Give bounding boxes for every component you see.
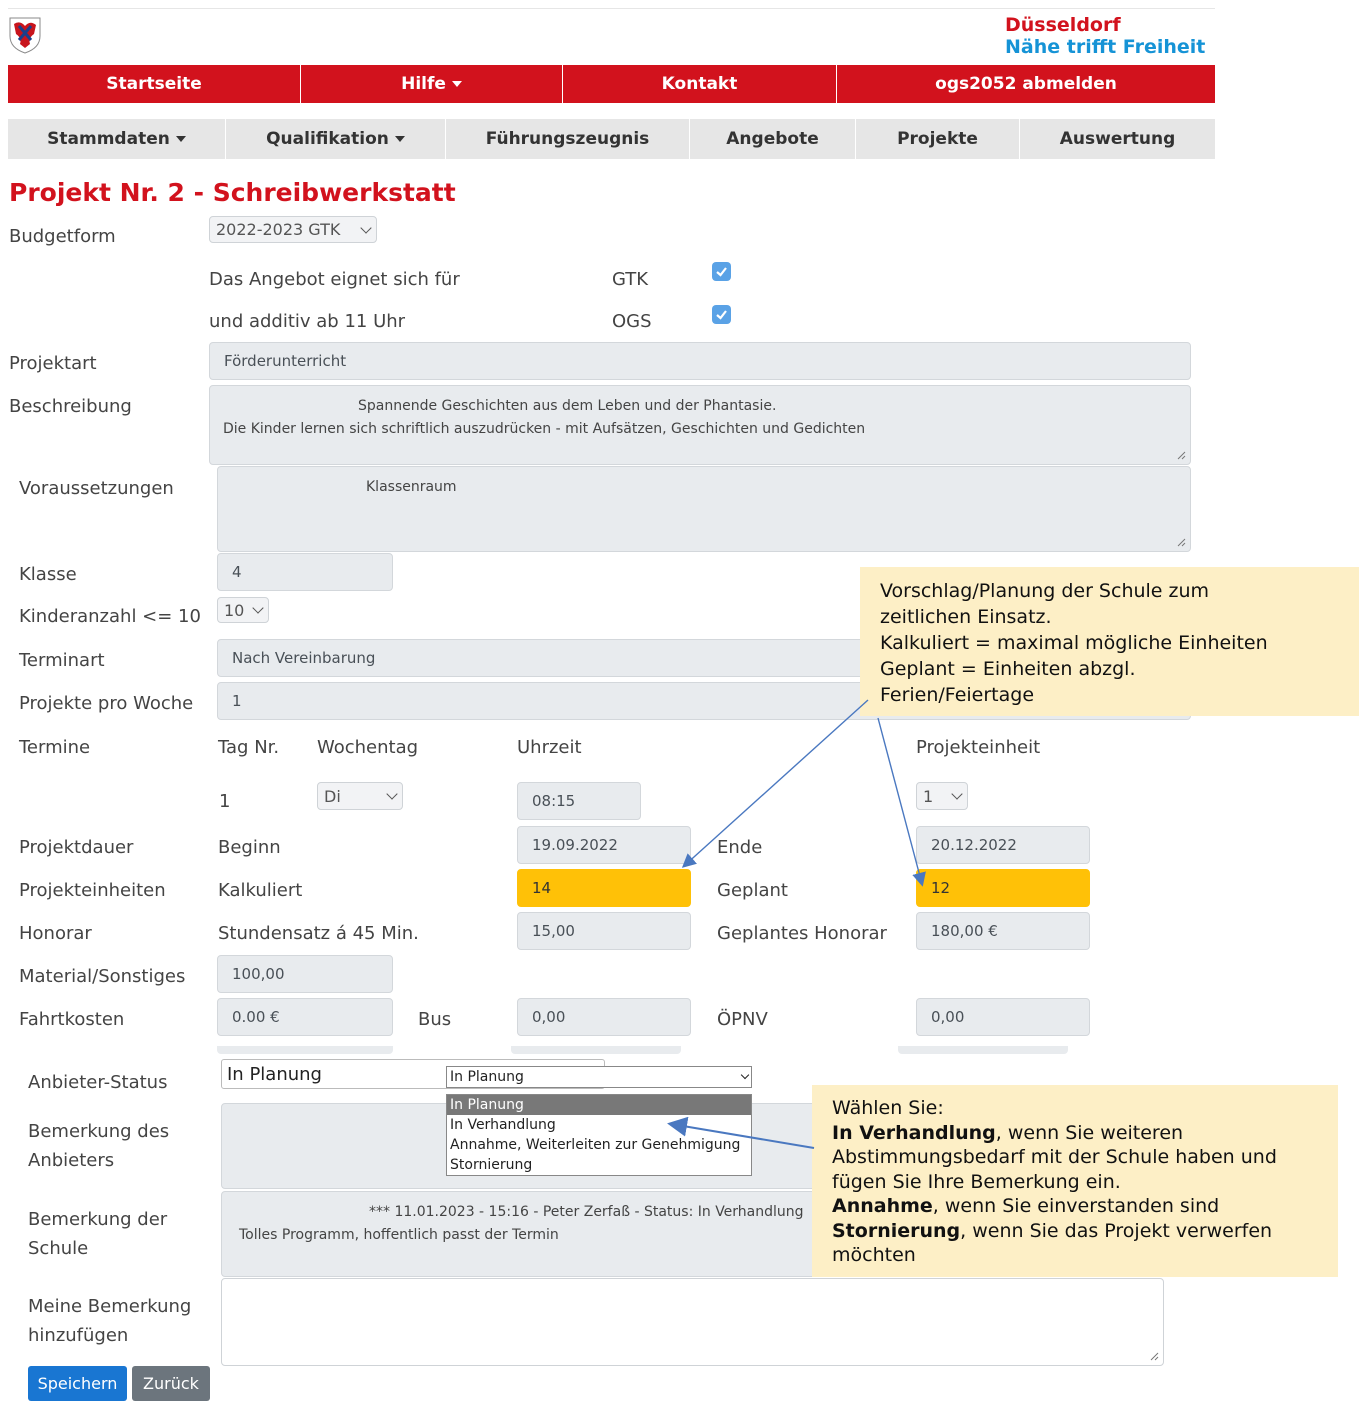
arrow-to-kalkuliert [681,699,869,868]
annotation-arrows [667,699,926,1149]
arrow-to-geplant [877,717,926,887]
arrow-to-status-options [667,1116,815,1149]
